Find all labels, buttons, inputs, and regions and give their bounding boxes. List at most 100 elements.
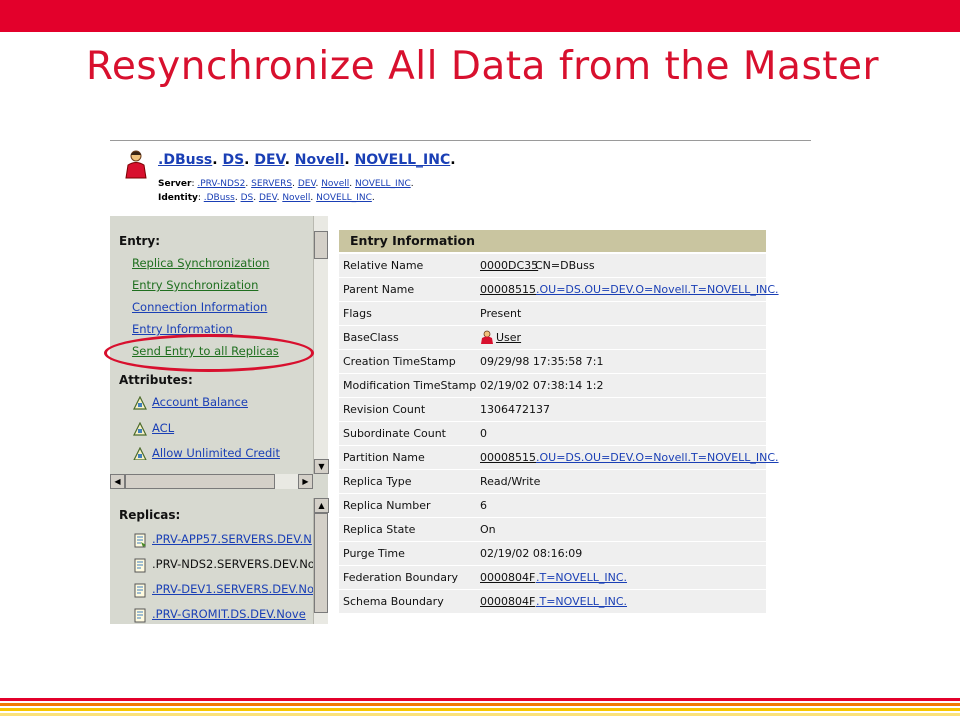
slide-title: Resynchronize All Data from the Master — [86, 44, 880, 89]
row-label: Parent Name — [343, 283, 415, 296]
info-row-revision-count: Revision Count 1306472137 — [339, 398, 766, 421]
replicas-pane: Replicas: .PRV-APP57.SERVERS.DEV.N .PRV-… — [110, 498, 329, 624]
stripe — [0, 703, 960, 706]
entry-section-header: Entry: — [119, 234, 161, 248]
row-value: 09/29/98 17:35:58 7:1 — [480, 355, 604, 368]
row-value: 0 — [480, 427, 487, 440]
replica-item[interactable]: .PRV-DEV1.SERVERS.DEV.No — [152, 582, 314, 596]
replicas-scrollbar[interactable]: ▲ — [313, 498, 329, 624]
object-name-part[interactable]: DEV — [254, 152, 284, 168]
stripe — [0, 698, 960, 701]
info-row-schema-boundary: Schema Boundary 0000804F .T=NOVELL_INC. — [339, 590, 766, 613]
replicas-section-header: Replicas: — [119, 508, 181, 522]
row-label: Creation TimeStamp — [343, 355, 456, 368]
server-name-part[interactable]: Novell — [321, 179, 349, 189]
row-label: Purge Time — [343, 547, 405, 560]
row-value: On — [480, 523, 496, 536]
row-extra-link[interactable]: .T=NOVELL_INC. — [536, 595, 627, 608]
row-value: Read/Write — [480, 475, 541, 488]
row-label: Schema Boundary — [343, 595, 444, 608]
scrollbar-thumb[interactable] — [314, 513, 328, 613]
row-value-link[interactable]: 0000804F — [480, 595, 535, 608]
row-label: Flags — [343, 307, 372, 320]
replica-server-icon — [134, 608, 146, 623]
server-name-part[interactable]: NOVELL_INC — [355, 179, 411, 189]
row-value: 1306472137 — [480, 403, 550, 416]
scroll-down-arrow-icon[interactable]: ▼ — [314, 459, 329, 474]
account-balance-link[interactable]: Account Balance — [152, 395, 248, 409]
slide-top-bar — [0, 0, 960, 32]
row-value: 02/19/02 08:16:09 — [480, 547, 583, 560]
entry-list-scrollbar[interactable]: ▼ — [313, 216, 329, 474]
row-extra-link[interactable]: .OU=DS.OU=DEV.O=Novell.T=NOVELL_INC. — [536, 451, 779, 464]
entry-information-header: Entry Information — [339, 230, 766, 252]
replica-synchronization-link[interactable]: Replica Synchronization — [132, 256, 269, 270]
row-label: Partition Name — [343, 451, 425, 464]
row-value-link[interactable]: 0000DC35 — [480, 259, 538, 272]
entry-list-hscrollbar[interactable]: ◀ ▶ — [110, 474, 313, 489]
object-name-part[interactable]: .DBuss — [158, 152, 212, 168]
user-class-icon — [481, 330, 493, 344]
object-distinguished-name: .DBuss. DS. DEV. Novell. NOVELL_INC. — [158, 152, 456, 168]
row-label: Relative Name — [343, 259, 424, 272]
replica-server-icon — [134, 583, 146, 598]
object-name-part[interactable]: NOVELL_INC — [355, 152, 451, 168]
info-row-purge-time: Purge Time 02/19/02 08:16:09 — [339, 542, 766, 565]
object-name-part[interactable]: DS — [222, 152, 244, 168]
identity-name-part[interactable]: DEV — [259, 193, 277, 203]
row-value: 02/19/02 07:38:14 1:2 — [480, 379, 604, 392]
replica-master-icon — [134, 533, 146, 548]
row-label: Replica Number — [343, 499, 431, 512]
scroll-left-arrow-icon[interactable]: ◀ — [110, 474, 125, 489]
identity-name-part[interactable]: .DBuss — [204, 193, 235, 203]
scroll-up-arrow-icon[interactable]: ▲ — [314, 498, 329, 513]
row-value-link[interactable]: 00008515 — [480, 451, 536, 464]
row-label: BaseClass — [343, 331, 399, 344]
identity-name-part[interactable]: Novell — [282, 193, 310, 203]
scrollbar-thumb[interactable] — [314, 231, 328, 259]
object-name-part[interactable]: Novell — [295, 152, 345, 168]
allow-unlimited-credit-link[interactable]: Allow Unlimited Credit — [152, 446, 280, 460]
info-row-flags: Flags Present — [339, 302, 766, 325]
acl-link[interactable]: ACL — [152, 421, 174, 435]
row-value-link[interactable]: User — [496, 331, 521, 344]
attribute-icon — [133, 396, 147, 410]
replica-item[interactable]: .PRV-APP57.SERVERS.DEV.N — [152, 532, 312, 546]
info-row-replica-number: Replica Number 6 — [339, 494, 766, 517]
row-label: Replica Type — [343, 475, 412, 488]
row-label: Subordinate Count — [343, 427, 446, 440]
ndsiMonitor-screenshot: .DBuss. DS. DEV. Novell. NOVELL_INC. Ser… — [110, 140, 811, 624]
server-name-part[interactable]: SERVERS — [251, 179, 292, 189]
replica-item[interactable]: .PRV-GROMIT.DS.DEV.Nove — [152, 607, 306, 621]
info-row-replica-type: Replica Type Read/Write — [339, 470, 766, 493]
identity-name-part[interactable]: DS — [241, 193, 254, 203]
info-row-parent-name: Parent Name 00008515 .OU=DS.OU=DEV.O=Nov… — [339, 278, 779, 301]
scroll-right-arrow-icon[interactable]: ▶ — [298, 474, 313, 489]
stripe — [0, 708, 960, 711]
row-label: Federation Boundary — [343, 571, 459, 584]
entry-synchronization-link[interactable]: Entry Synchronization — [132, 278, 258, 292]
info-row-federation-boundary: Federation Boundary 0000804F .T=NOVELL_I… — [339, 566, 766, 589]
row-label: Modification TimeStamp — [343, 379, 477, 392]
info-row-baseclass: BaseClass User — [339, 326, 766, 349]
attribute-icon — [133, 422, 147, 436]
server-label: Server — [158, 179, 192, 189]
server-name-part[interactable]: DEV — [298, 179, 316, 189]
identity-name-part[interactable]: NOVELL_INC — [316, 193, 372, 203]
hscrollbar-thumb[interactable] — [125, 474, 275, 489]
identity-line: Identity: .DBuss. DS. DEV. Novell. NOVEL… — [158, 193, 375, 203]
row-label: Revision Count — [343, 403, 426, 416]
info-row-modification-timestamp: Modification TimeStamp 02/19/02 07:38:14… — [339, 374, 766, 397]
connection-information-link[interactable]: Connection Information — [132, 300, 267, 314]
stripe — [0, 713, 960, 716]
replica-item[interactable]: .PRV-NDS2.SERVERS.DEV.No — [152, 557, 315, 571]
server-name-part[interactable]: .PRV-NDS2 — [197, 179, 245, 189]
row-value-link[interactable]: 0000804F — [480, 571, 535, 584]
row-extra: CN=DBuss — [535, 259, 595, 272]
row-value-link[interactable]: 00008515 — [480, 283, 536, 296]
attributes-section-header: Attributes: — [119, 373, 193, 387]
row-value: Present — [480, 307, 522, 320]
row-extra-link[interactable]: .OU=DS.OU=DEV.O=Novell.T=NOVELL_INC. — [536, 283, 779, 296]
row-extra-link[interactable]: .T=NOVELL_INC. — [536, 571, 627, 584]
identity-label: Identity — [158, 193, 198, 203]
